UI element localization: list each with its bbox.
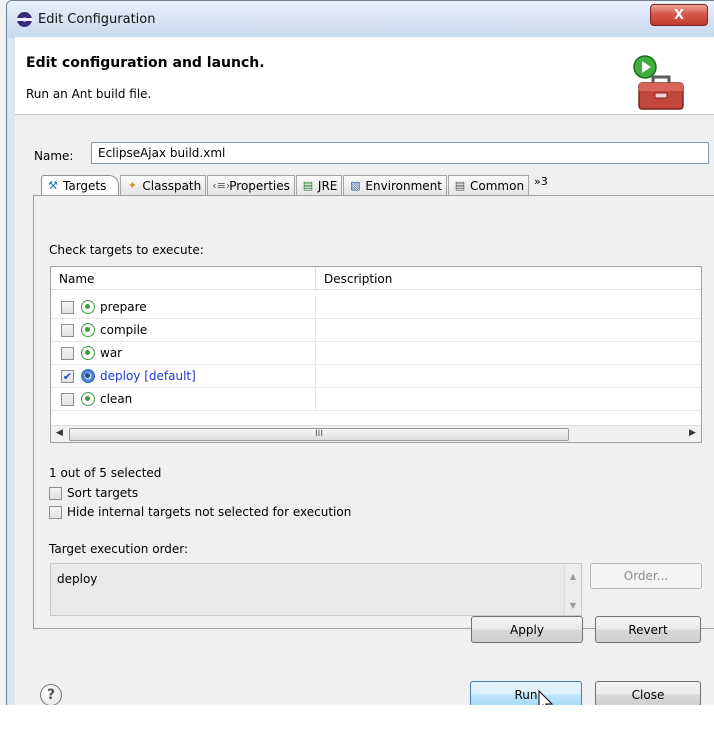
classpath-icon: ✦ — [127, 178, 137, 192]
ant-run-toolbox-icon — [633, 55, 684, 110]
tab-bar: ⚒ Targets ✦ Classpath ‹≡› Properties ▤ J… — [41, 175, 714, 196]
targets-panel: Check targets to execute: Name Descripti… — [33, 195, 714, 629]
ant-target-icon — [81, 392, 95, 406]
dialog-content: Edit configuration and launch. Run an An… — [15, 37, 714, 709]
target-name: clean — [100, 392, 133, 406]
tab-label: JRE — [317, 178, 338, 193]
tab-jre[interactable]: ▤ JRE — [295, 175, 343, 195]
target-checkbox-checked[interactable]: ✔ — [61, 370, 74, 383]
desktop-background-bottom — [0, 705, 714, 733]
scroll-thumb[interactable]: III — [69, 428, 569, 441]
column-header-description[interactable]: Description — [316, 267, 701, 290]
ant-target-icon — [81, 346, 95, 360]
hide-internal-targets-checkbox[interactable]: Hide internal targets not selected for e… — [49, 505, 351, 519]
vertical-scrollbar[interactable]: ▲ ▼ — [564, 564, 581, 615]
title-bar[interactable]: Edit Configuration X — [7, 1, 714, 38]
execution-order-item: deploy — [57, 572, 98, 586]
header-banner: Edit configuration and launch. Run an An… — [15, 37, 714, 115]
hide-internal-label: Hide internal targets not selected for e… — [67, 505, 352, 519]
window-title: Edit Configuration — [38, 12, 156, 27]
eclipse-icon — [17, 12, 32, 27]
sort-targets-label: Sort targets — [67, 486, 139, 500]
order-button[interactable]: Order... — [590, 563, 702, 589]
target-checkbox[interactable] — [61, 347, 74, 360]
scroll-up-icon[interactable]: ▲ — [565, 572, 581, 581]
target-name: prepare — [100, 300, 147, 314]
tab-label: Targets — [63, 179, 107, 193]
column-divider — [315, 319, 316, 342]
scroll-down-icon[interactable]: ▼ — [565, 601, 581, 610]
properties-icon: ‹≡› — [212, 178, 231, 192]
checkbox-box[interactable] — [49, 486, 62, 500]
target-checkbox[interactable] — [61, 301, 74, 314]
execution-order-list[interactable]: deploy ▲ ▼ — [50, 563, 582, 616]
horizontal-scrollbar[interactable]: ◀ III ▶ — [51, 425, 701, 442]
target-name: war — [100, 346, 123, 360]
revert-button[interactable]: Revert — [595, 616, 701, 643]
targets-table: Name Description prepare compile war ✔ d… — [50, 266, 702, 443]
header-title: Edit configuration and launch. — [26, 55, 265, 71]
tab-classpath[interactable]: ✦ Classpath — [120, 175, 207, 195]
edit-configuration-dialog: Edit Configuration X Edit configuration … — [6, 0, 714, 710]
check-targets-label: Check targets to execute: — [49, 243, 204, 257]
ant-target-icon — [81, 323, 95, 337]
targets-icon: ⚒ — [48, 179, 58, 192]
tab-environment[interactable]: ▧ Environment — [343, 175, 447, 195]
tab-label: Properties — [229, 178, 290, 193]
column-divider — [315, 388, 316, 411]
selected-count: 1 out of 5 selected — [49, 466, 162, 480]
checkbox-box[interactable] — [49, 505, 62, 519]
name-label: Name: — [34, 149, 74, 163]
common-icon: ▤ — [454, 178, 466, 192]
tab-targets[interactable]: ⚒ Targets — [41, 175, 120, 196]
table-row[interactable]: war — [51, 342, 701, 365]
ant-target-icon — [81, 300, 95, 314]
target-checkbox[interactable] — [61, 393, 74, 406]
execution-order-label: Target execution order: — [49, 542, 189, 556]
jre-icon: ▤ — [302, 178, 314, 192]
run-button[interactable]: Run — [470, 681, 582, 708]
sort-targets-checkbox[interactable]: Sort targets — [49, 486, 138, 500]
tab-properties[interactable]: ‹≡› Properties — [207, 175, 295, 195]
table-row[interactable]: ✔ deploy [default] — [51, 365, 701, 388]
help-icon[interactable]: ? — [40, 684, 62, 706]
tab-label: Environment — [365, 178, 442, 193]
tabs-overflow-button[interactable]: »3 — [534, 175, 548, 195]
column-divider — [315, 296, 316, 319]
environment-icon: ▧ — [350, 178, 361, 192]
configuration-name-input[interactable]: EclipseAjax build.xml — [91, 142, 709, 164]
header-subtitle: Run an Ant build file. — [26, 87, 152, 101]
target-checkbox[interactable] — [61, 324, 74, 337]
scroll-right-icon[interactable]: ▶ — [684, 428, 701, 441]
tab-common[interactable]: ▤ Common — [448, 175, 530, 195]
scroll-left-icon[interactable]: ◀ — [51, 428, 68, 441]
tab-label: Common — [470, 178, 525, 193]
column-divider — [315, 342, 316, 365]
table-row[interactable]: compile — [51, 319, 701, 342]
target-name: deploy [default] — [100, 369, 196, 383]
column-divider — [315, 365, 316, 388]
default-target-icon — [81, 369, 95, 383]
target-name: compile — [100, 323, 148, 337]
table-row[interactable]: clean — [51, 388, 701, 411]
tab-label: Classpath — [142, 178, 202, 193]
column-header-name[interactable]: Name — [51, 267, 316, 290]
apply-button[interactable]: Apply — [471, 616, 583, 643]
close-window-button[interactable]: X — [650, 4, 708, 26]
close-button[interactable]: Close — [595, 681, 701, 708]
table-row[interactable]: prepare — [51, 296, 701, 319]
